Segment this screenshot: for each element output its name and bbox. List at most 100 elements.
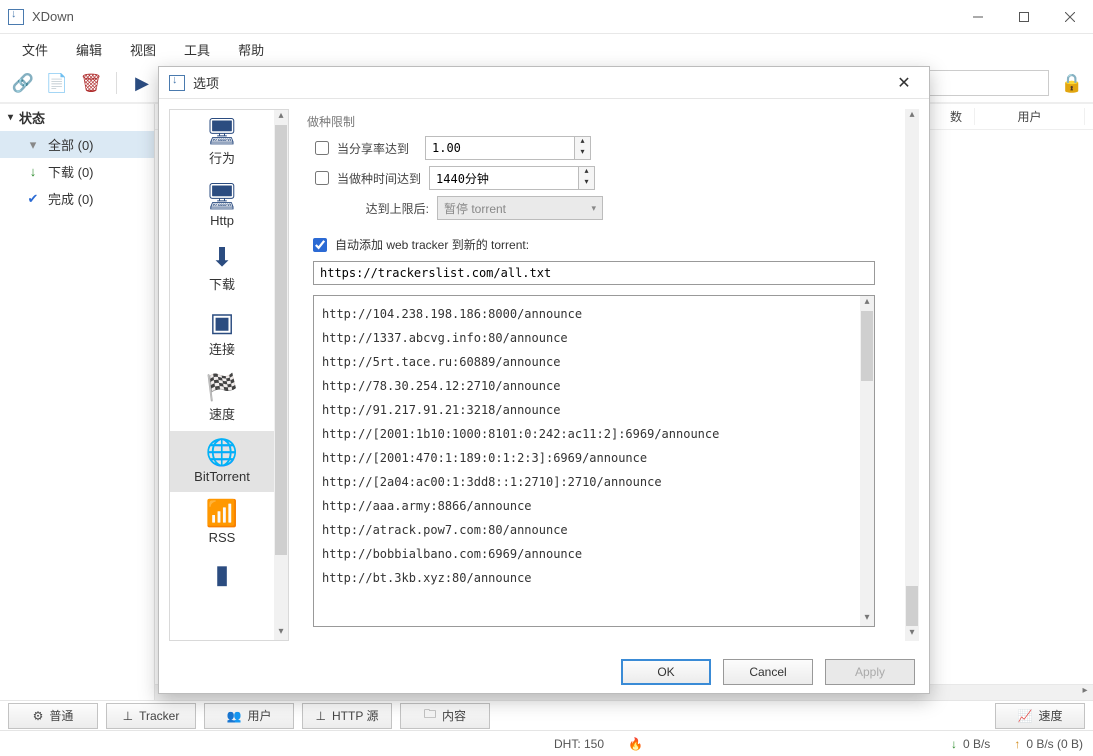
- ok-button[interactable]: OK: [621, 659, 711, 685]
- maximize-button[interactable]: [1001, 0, 1047, 34]
- list-scrollbar[interactable]: ▴ ▾: [860, 296, 874, 626]
- menu-view[interactable]: 视图: [116, 36, 170, 63]
- list-item[interactable]: http://91.217.91.21:3218/announce: [314, 398, 860, 422]
- dialog-titlebar: 选项 ✕: [159, 67, 929, 99]
- app-icon: [8, 9, 24, 25]
- sidebar-item-all[interactable]: ▾ 全部 (0): [0, 131, 154, 158]
- share-ratio-spinbox[interactable]: ▴▾: [425, 136, 591, 160]
- limit-group-title: 做种限制: [301, 113, 897, 130]
- nav-speed[interactable]: 🏁速度: [170, 366, 274, 431]
- menu-help[interactable]: 帮助: [224, 36, 278, 63]
- nav-scrollbar[interactable]: ▴ ▾: [274, 110, 288, 640]
- statusbar: DHT: 150 🔥 ↓0 B/s ↑0 B/s (0 B): [0, 730, 1093, 756]
- chart-icon: 📈: [1018, 709, 1033, 723]
- nav-bittorrent[interactable]: 🌐BitTorrent: [170, 431, 274, 492]
- tab-speed[interactable]: 📈 速度: [995, 703, 1085, 729]
- scroll-thumb[interactable]: [275, 125, 287, 555]
- on-reach-label: 达到上限后:: [337, 200, 429, 217]
- add-link-button[interactable]: 🔗: [8, 68, 38, 98]
- scroll-down-icon[interactable]: ▾: [905, 627, 919, 641]
- on-reach-select[interactable]: 暂停 torrent ▾: [437, 196, 603, 220]
- button-label: Cancel: [749, 665, 786, 679]
- tab-content[interactable]: 🗀 内容: [400, 703, 490, 729]
- spin-down-icon[interactable]: ▾: [579, 178, 594, 189]
- network-icon: ▣: [210, 309, 235, 335]
- scroll-up-icon[interactable]: ▴: [274, 110, 288, 124]
- nav-label: 连接: [209, 339, 235, 358]
- add-file-button[interactable]: 📄: [42, 68, 72, 98]
- tab-label: 用户: [247, 707, 271, 724]
- list-item[interactable]: http://[2001:1b10:1000:8101:0:242:ac11:2…: [314, 422, 860, 446]
- scroll-thumb[interactable]: [861, 311, 873, 381]
- sidebar-item-completed[interactable]: ✔ 完成 (0): [0, 185, 154, 212]
- sidebar-header[interactable]: ▾ 状态: [0, 104, 154, 131]
- menu-file[interactable]: 文件: [8, 36, 62, 63]
- start-button[interactable]: ▶: [127, 68, 157, 98]
- scroll-up-icon[interactable]: ▴: [860, 296, 874, 310]
- auto-add-tracker-checkbox[interactable]: [313, 238, 327, 252]
- cancel-button[interactable]: Cancel: [723, 659, 813, 685]
- tab-label: 内容: [442, 707, 466, 724]
- sidebar-item-label: 完成 (0): [48, 189, 94, 208]
- nav-behavior[interactable]: 🖥行为: [170, 110, 274, 175]
- nav-rss[interactable]: 📶RSS: [170, 492, 274, 553]
- scroll-thumb[interactable]: [906, 586, 918, 626]
- nav-connection[interactable]: ▣ 连接: [170, 301, 274, 366]
- tab-http-source[interactable]: ⊥HTTP 源: [302, 703, 392, 729]
- list-item[interactable]: http://78.30.254.12:2710/announce: [314, 374, 860, 398]
- delete-button[interactable]: 🗑: [76, 68, 106, 98]
- monitor-gear-icon: 🖥: [205, 118, 238, 144]
- seed-time-spinbox[interactable]: ▴▾: [429, 166, 595, 190]
- sidebar-item-label: 全部 (0): [48, 135, 94, 154]
- list-item[interactable]: http://5rt.tace.ru:60889/announce: [314, 350, 860, 374]
- scroll-down-icon[interactable]: ▾: [860, 612, 874, 626]
- on-reach-value: 暂停 torrent: [444, 200, 506, 217]
- nav-download[interactable]: ⬇下载: [170, 236, 274, 301]
- scroll-right-icon[interactable]: ▸: [1077, 685, 1093, 701]
- list-item[interactable]: http://1337.abcvg.info:80/announce: [314, 326, 860, 350]
- panel-scrollbar[interactable]: ▴ ▾: [905, 109, 919, 641]
- gauge-icon: 🏁: [206, 374, 238, 400]
- apply-button[interactable]: Apply: [825, 659, 915, 685]
- menu-tools[interactable]: 工具: [170, 36, 224, 63]
- list-item[interactable]: http://aaa.army:8866/announce: [314, 494, 860, 518]
- list-item[interactable]: http://bt.3kb.xyz:80/announce: [314, 566, 860, 590]
- column-user[interactable]: 用户: [975, 108, 1085, 125]
- list-item[interactable]: http://104.238.198.186:8000/announce: [314, 302, 860, 326]
- nav-extra[interactable]: ▮: [170, 553, 274, 599]
- list-item[interactable]: http://[2001:470:1:189:0:1:2:3]:6969/ann…: [314, 446, 860, 470]
- seed-time-row: 当做种时间达到 ▴▾: [315, 166, 897, 190]
- folder-icon: 🗀: [424, 705, 436, 726]
- sidebar-item-downloading[interactable]: ↓ 下载 (0): [0, 158, 154, 185]
- dialog-close-button[interactable]: ✕: [889, 68, 919, 98]
- scroll-up-icon[interactable]: ▴: [905, 109, 919, 123]
- seed-time-checkbox[interactable]: [315, 171, 329, 185]
- seed-time-input[interactable]: [429, 166, 579, 190]
- lock-icon[interactable]: 🔒: [1059, 70, 1085, 96]
- share-ratio-input[interactable]: [425, 136, 575, 160]
- tracker-url-input[interactable]: [313, 261, 875, 285]
- nav-label: BitTorrent: [194, 469, 250, 484]
- tab-general[interactable]: ⚙普通: [8, 703, 98, 729]
- sidebar-item-label: 下载 (0): [48, 162, 94, 181]
- rss-icon: 📶: [206, 500, 238, 526]
- nav-http[interactable]: 🖥Http: [170, 175, 274, 236]
- close-button[interactable]: [1047, 0, 1093, 34]
- tracker-list-inner[interactable]: http://104.238.198.186:8000/announce htt…: [314, 296, 860, 626]
- list-item[interactable]: http://atrack.pow7.com:80/announce: [314, 518, 860, 542]
- column-num[interactable]: 数: [938, 108, 975, 125]
- users-icon: 👥: [227, 709, 242, 723]
- download-rate-value: 0 B/s: [963, 737, 990, 751]
- tab-label: 速度: [1038, 707, 1062, 724]
- list-item[interactable]: http://bobbialbano.com:6969/announce: [314, 542, 860, 566]
- tab-users[interactable]: 👥 用户: [204, 703, 294, 729]
- spin-down-icon[interactable]: ▾: [575, 148, 590, 159]
- scroll-down-icon[interactable]: ▾: [274, 626, 288, 640]
- menu-edit[interactable]: 编辑: [62, 36, 116, 63]
- tab-tracker[interactable]: ⊥Tracker: [106, 703, 196, 729]
- share-ratio-checkbox[interactable]: [315, 141, 329, 155]
- nav-label: Http: [210, 213, 234, 228]
- minimize-button[interactable]: [955, 0, 1001, 34]
- list-item[interactable]: http://[2a04:ac00:1:3dd8::1:2710]:2710/a…: [314, 470, 860, 494]
- window-buttons: [955, 0, 1093, 34]
